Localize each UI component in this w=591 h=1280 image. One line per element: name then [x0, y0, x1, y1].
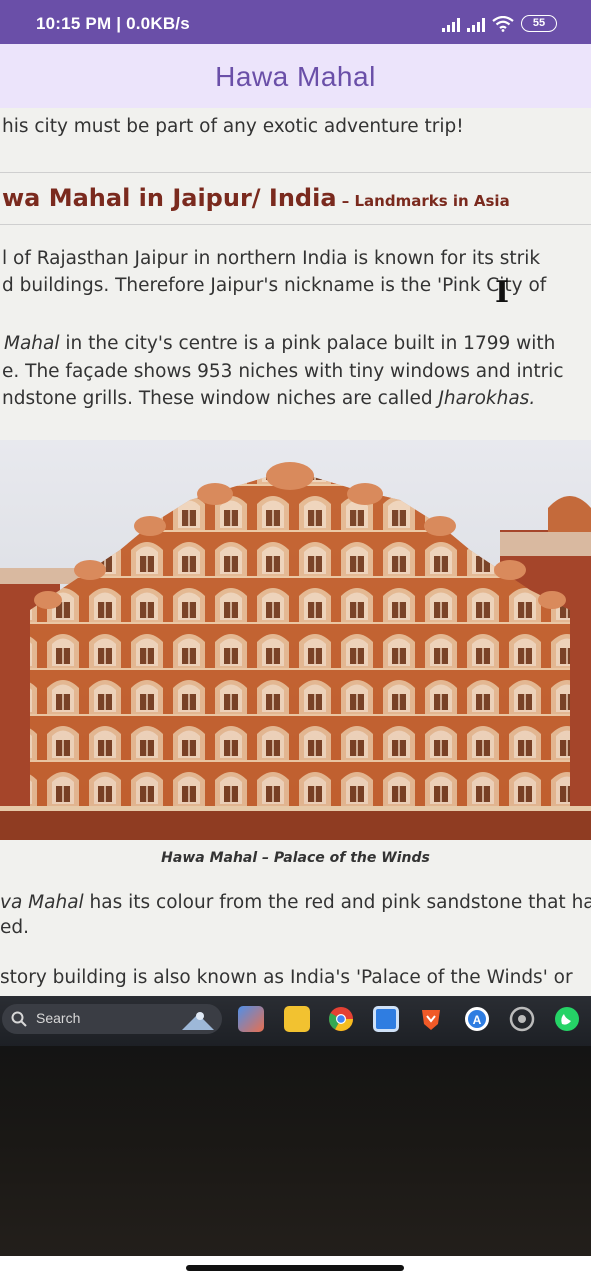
status-bar: 10:15 PM | 0.0KB/s 55	[0, 0, 591, 44]
hawa-mahal-image	[0, 440, 591, 840]
search-highlight-icon	[182, 1012, 214, 1030]
text-cursor-icon: I	[495, 275, 510, 310]
para3-line1: va Mahal has its colour from the red and…	[0, 892, 591, 913]
navigation-bar	[0, 1256, 591, 1280]
monitor-frame	[0, 1046, 591, 1256]
para2-emphasis: Mahal	[4, 333, 60, 354]
para3-line2: ed.	[0, 917, 30, 938]
para3-emphasis: va Mahal	[0, 892, 84, 913]
search-icon	[11, 1011, 27, 1027]
divider	[0, 224, 591, 225]
app-bar: Hawa Mahal	[0, 44, 591, 108]
app-store-icon[interactable]: A	[464, 1006, 490, 1032]
calendar-app-icon[interactable]	[373, 1006, 399, 1032]
chrome-icon[interactable]	[328, 1006, 354, 1032]
article-heading: wa Mahal in Jaipur/ India – Landmarks in…	[2, 184, 510, 212]
para2-line3-emphasis: Jharokhas.	[438, 388, 536, 409]
para2-line3: ndstone grills. These window niches are …	[2, 388, 535, 409]
cellular-signal-icon	[442, 18, 460, 32]
para1-line1: l of Rajasthan Jaipur in northern India …	[2, 248, 541, 269]
settings-icon[interactable]	[509, 1006, 535, 1032]
photo: his city must be part of any exotic adve…	[0, 108, 591, 1256]
article-intro-line: his city must be part of any exotic adve…	[2, 116, 464, 137]
brave-browser-icon[interactable]	[418, 1006, 444, 1032]
image-caption: Hawa Mahal – Palace of the Winds	[161, 850, 430, 866]
status-icons: 55	[442, 14, 557, 32]
cellular-signal-2-icon	[467, 18, 485, 32]
para3-line1-text: has its colour from the red and pink san…	[83, 892, 591, 913]
search-label: Search	[36, 1010, 81, 1026]
para2-line1-text: in the city's centre is a pink palace bu…	[59, 333, 556, 354]
app-title: Hawa Mahal	[215, 61, 376, 92]
home-gesture-handle[interactable]	[186, 1265, 404, 1271]
para1-line2: d buildings. Therefore Jaipur's nickname…	[2, 275, 547, 296]
status-time: 10:15 PM | 0.0KB/s	[36, 14, 190, 33]
heading-sub: – Landmarks in Asia	[336, 192, 510, 210]
monitor-screen: his city must be part of any exotic adve…	[0, 108, 591, 996]
taskbar: Search A	[0, 996, 591, 1046]
para2-line3-text: ndstone grills. These window niches are …	[2, 388, 439, 409]
taskbar-search[interactable]: Search	[2, 1004, 222, 1034]
widgets-icon[interactable]	[238, 1006, 264, 1032]
para4-line1: story building is also known as India's …	[0, 967, 573, 988]
para2-line1: Mahal in the city's centre is a pink pal…	[4, 333, 555, 354]
svg-text:A: A	[473, 1013, 482, 1027]
whatsapp-icon[interactable]	[554, 1006, 580, 1032]
file-explorer-icon[interactable]	[284, 1006, 310, 1032]
wifi-icon	[492, 16, 514, 32]
para2-line2: e. The façade shows 953 niches with tiny…	[2, 361, 564, 382]
divider	[0, 172, 591, 173]
heading-main: wa Mahal in Jaipur/ India	[2, 184, 337, 212]
battery-icon: 55	[521, 15, 557, 32]
